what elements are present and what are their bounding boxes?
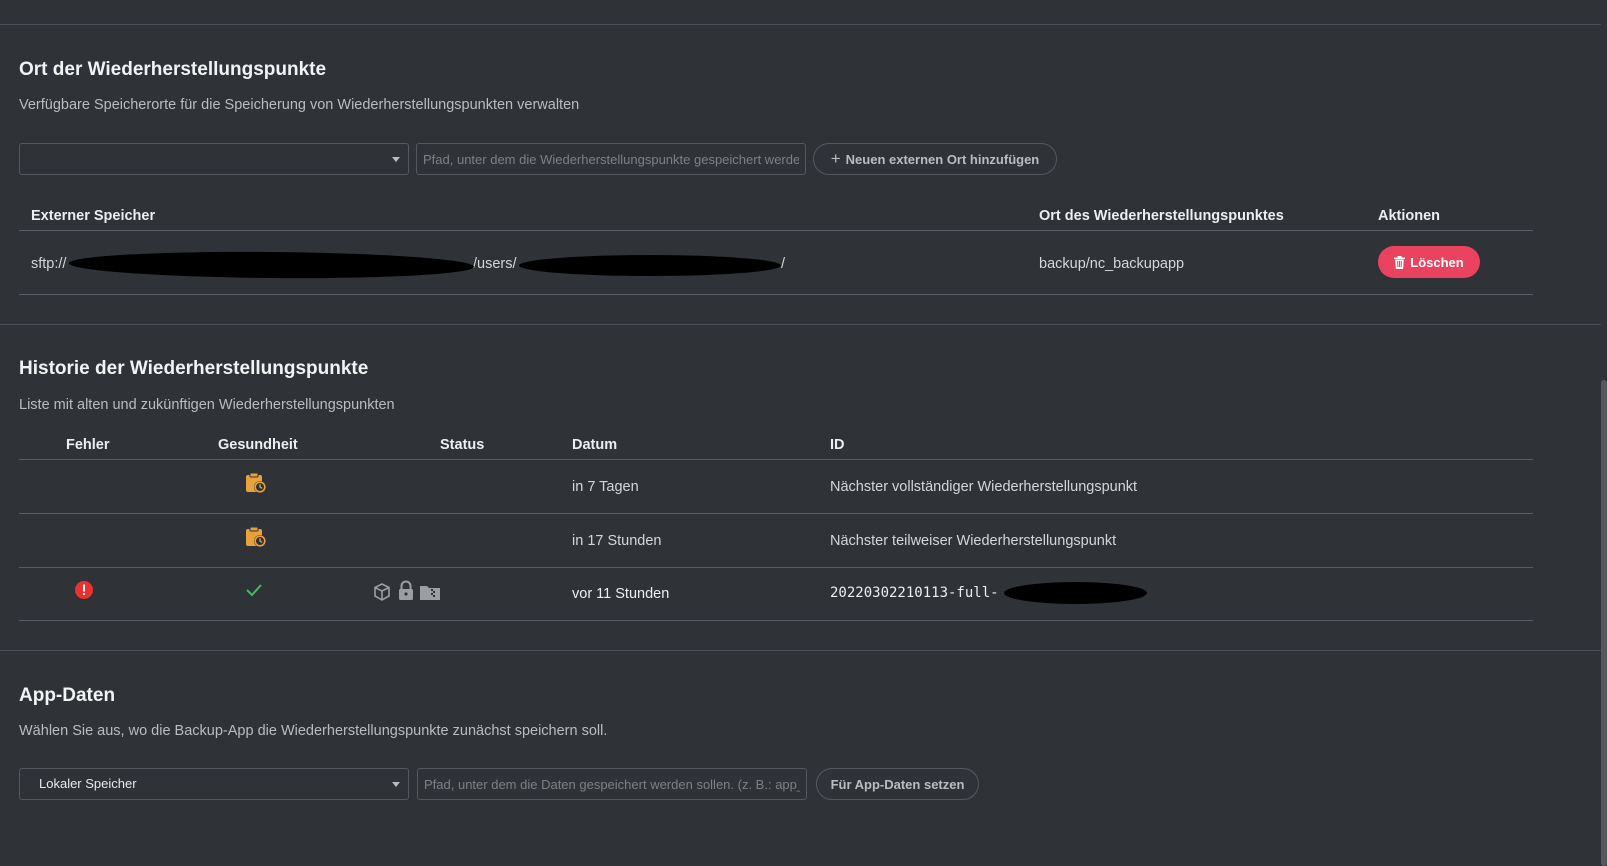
table-header-divider [19, 459, 1533, 460]
date-cell: vor 11 Stunden [572, 586, 670, 602]
id-cell: 20220302210113-full- [830, 585, 999, 601]
column-header-actions: Aktionen [1378, 208, 1441, 224]
package-icon [374, 583, 390, 601]
storage-select[interactable] [19, 143, 409, 175]
appdata-description: Wählen Sie aus, wo die Backup-App die Wi… [19, 723, 608, 739]
appdata-section: App-Daten Wählen Sie aus, wo die Backup-… [19, 650, 1571, 866]
history-title: Historie der Wiederherstellungspunkte [19, 358, 369, 379]
lock-icon [399, 580, 413, 600]
storage-middle: /users/ [473, 256, 517, 272]
appdata-title: App-Daten [19, 685, 116, 706]
clipboard-clock-icon [246, 526, 266, 547]
clipboard-clock-icon [246, 472, 266, 493]
column-header-external-storage: Externer Speicher [31, 208, 156, 224]
column-header-location: Ort des Wiederherstellungspunktes [1039, 208, 1284, 224]
date-cell: in 17 Stunden [572, 533, 662, 549]
column-header-error: Fehler [66, 437, 110, 453]
delete-label: Löschen [1410, 254, 1464, 270]
history-section: Historie der Wiederherstellungspunkte Li… [19, 324, 1571, 650]
id-cell: Nächster vollständiger Wiederherstellung… [830, 479, 1138, 495]
history-description: Liste mit alten und zukünftigen Wiederhe… [19, 397, 395, 413]
column-header-date: Datum [572, 437, 618, 453]
table-row-divider [19, 620, 1533, 621]
location-cell: backup/nc_backupapp [1039, 256, 1185, 272]
column-header-status: Status [440, 437, 485, 453]
locations-section: Ort der Wiederherstellungspunkte Verfügb… [19, 0, 1571, 320]
appdata-storage-select-value: Lokaler Speicher [39, 776, 137, 791]
redaction-mark [519, 255, 781, 276]
scrollbar[interactable] [1601, 380, 1607, 866]
storage-suffix: / [781, 256, 786, 272]
location-path-input[interactable] [416, 143, 806, 175]
table-row-divider [19, 567, 1533, 568]
redaction-mark [1004, 582, 1147, 604]
error-icon[interactable] [74, 580, 94, 600]
trash-icon [1394, 255, 1406, 269]
locations-table: Externer Speicher Ort des Wiederherstell… [19, 200, 1533, 300]
add-external-location-button[interactable]: + Neuen externen Ort hinzufügen [813, 143, 1057, 175]
appdata-storage-select[interactable]: Lokaler Speicher [19, 768, 409, 800]
archive-icon [420, 586, 440, 600]
add-external-location-label: Neuen externen Ort hinzufügen [845, 151, 1040, 167]
storage-prefix: sftp:// [31, 256, 67, 272]
column-header-health: Gesundheit [218, 437, 298, 453]
backup-settings-page: Ort der Wiederherstellungspunkte Verfügb… [0, 0, 1607, 866]
date-cell: in 7 Tagen [572, 479, 639, 495]
chevron-down-icon [392, 782, 400, 787]
plus-icon: + [830, 148, 841, 168]
chevron-down-icon [392, 157, 400, 162]
appdata-path-input[interactable] [417, 768, 807, 800]
check-icon [246, 584, 262, 597]
locations-title: Ort der Wiederherstellungspunkte [19, 59, 327, 80]
delete-location-button[interactable]: Löschen [1378, 246, 1480, 278]
table-row-divider [19, 513, 1533, 514]
column-header-id: ID [830, 437, 845, 453]
table-row-divider [19, 294, 1533, 295]
table-header-divider [19, 230, 1533, 231]
set-appdata-button[interactable]: Für App-Daten setzen [816, 768, 979, 800]
history-table: Fehler Gesundheit Status Datum ID in 7 T… [19, 434, 1533, 634]
locations-description: Verfügbare Speicherorte für die Speicher… [19, 97, 580, 113]
id-cell: Nächster teilweiser Wiederherstellungspu… [830, 533, 1117, 549]
